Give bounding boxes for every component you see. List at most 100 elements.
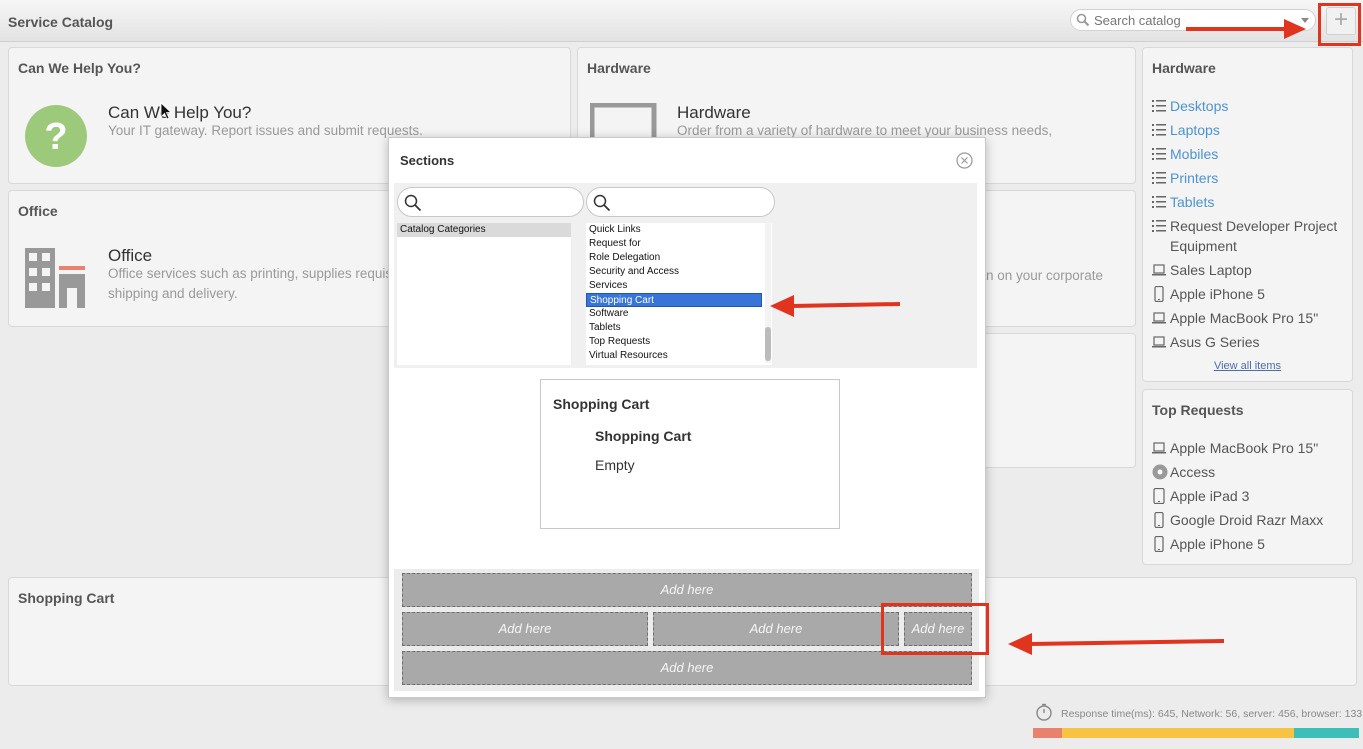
listbox-option[interactable]: Software [586, 307, 762, 321]
listbox-option[interactable]: Role Delegation [586, 251, 762, 265]
panel-title: Hardware [1152, 60, 1216, 76]
listbox-option[interactable]: Quick Links [586, 223, 762, 237]
widget-title: Office [18, 203, 58, 219]
list-item[interactable]: Apple iPhone 5 [1152, 284, 1348, 304]
search-icon [593, 194, 611, 217]
timing-bar-browser [1294, 728, 1359, 738]
response-time-text: Response time(ms): 645, Network: 56, ser… [1061, 708, 1363, 720]
timing-bar-server [1062, 728, 1294, 738]
list-item-label: Apple iPad 3 [1170, 488, 1250, 504]
help-description: Your IT gateway. Report issues and submi… [108, 123, 423, 138]
list-item-label: Printers [1170, 170, 1219, 186]
list-icon [1152, 218, 1166, 234]
laptop-icon [1152, 440, 1166, 456]
building-icon [25, 248, 85, 308]
office-description-1: Office services such as printing, suppli… [108, 266, 393, 281]
list-item-label: Request Developer Project Equipment [1170, 218, 1338, 254]
listbox-option[interactable]: Security and Access [586, 265, 762, 279]
preview-subtitle: Shopping Cart [595, 428, 692, 444]
highlight-box [1318, 3, 1361, 46]
list-item-label: Access [1170, 464, 1216, 480]
widget-title: Can We Help You? [18, 60, 141, 76]
add-here-slot-left[interactable]: Add here [402, 612, 648, 646]
cursor-icon [160, 102, 172, 120]
section-search-input[interactable] [617, 194, 767, 211]
add-here-slot-middle[interactable]: Add here [653, 612, 899, 646]
list-item[interactable]: Desktops [1152, 96, 1348, 116]
list-icon [1152, 122, 1166, 138]
hardware-heading[interactable]: Hardware [677, 103, 751, 123]
scrollbar-thumb[interactable] [765, 327, 771, 361]
list-item[interactable]: Apple MacBook Pro 15" [1152, 308, 1348, 328]
list-icon [1152, 146, 1166, 162]
list-item[interactable]: Printers [1152, 168, 1348, 188]
listbox-option[interactable]: Shopping Cart [586, 293, 762, 307]
laptop-icon [1152, 262, 1166, 278]
list-item[interactable]: Tablets [1152, 192, 1348, 212]
phone-icon [1152, 285, 1166, 303]
list-item-label: Tablets [1170, 194, 1215, 210]
category-search-input[interactable] [428, 194, 578, 211]
section-search[interactable] [586, 187, 775, 217]
laptop-icon [1152, 310, 1166, 326]
top-bar: Service Catalog + [0, 0, 1363, 42]
list-icon [1152, 170, 1166, 186]
help-heading[interactable]: Can We Help You? [108, 103, 251, 123]
section-preview-area: Shopping Cart Shopping Cart Empty [396, 369, 977, 569]
category-listbox[interactable]: Catalog Categories [397, 223, 571, 365]
list-item[interactable]: Access [1152, 462, 1348, 482]
search-icon [404, 194, 422, 217]
tablet-icon [1152, 487, 1166, 505]
add-here-slot-top[interactable]: Add here [402, 573, 972, 607]
list-item-label: Desktops [1170, 98, 1229, 114]
timer-icon [1036, 703, 1052, 721]
list-item[interactable]: Google Droid Razr Maxx [1152, 510, 1348, 530]
list-item[interactable]: Sales Laptop [1152, 260, 1348, 280]
list-item-label: Apple iPhone 5 [1170, 286, 1265, 302]
listbox-option[interactable]: Top Requests [586, 335, 762, 349]
page-title: Service Catalog [8, 14, 114, 30]
listbox-option[interactable]: Virtual Resources [586, 349, 762, 363]
office-description-2: shipping and delivery. [108, 286, 238, 301]
annotation-arrow-right [1186, 19, 1306, 39]
list-item[interactable]: Request Developer Project Equipment [1152, 216, 1348, 256]
list-icon [1152, 194, 1166, 210]
list-item-label: Asus G Series [1170, 334, 1260, 350]
list-icon [1152, 98, 1166, 114]
phone-icon [1152, 511, 1166, 529]
office-heading[interactable]: Office [108, 246, 152, 266]
widget-title: Shopping Cart [18, 590, 115, 606]
view-all-link[interactable]: View all items [1143, 360, 1352, 372]
annotation-arrow-left [770, 295, 901, 317]
listbox-option[interactable]: Request for [586, 237, 762, 251]
top-requests-panel: Top Requests Apple MacBook Pro 15" Access… [1142, 389, 1353, 565]
listbox-option[interactable]: Catalog Categories [397, 223, 571, 237]
list-item[interactable]: Apple MacBook Pro 15" [1152, 438, 1348, 458]
phone-icon [1152, 535, 1166, 553]
widget-title: Hardware [587, 60, 651, 76]
listbox-option[interactable]: Services [586, 279, 762, 293]
close-icon[interactable] [956, 152, 973, 169]
list-item[interactable]: Apple iPad 3 [1152, 486, 1348, 506]
listbox-option[interactable]: Tablets [586, 321, 762, 335]
list-item[interactable]: Laptops [1152, 120, 1348, 140]
list-item-label: Google Droid Razr Maxx [1170, 512, 1324, 528]
add-here-slot-bottom[interactable]: Add here [402, 651, 972, 685]
section-listbox[interactable]: Quick Links Request for Role Delegation Sec… [586, 223, 772, 365]
list-item[interactable]: Mobiles [1152, 144, 1348, 164]
category-search[interactable] [397, 187, 584, 217]
list-item[interactable]: Apple iPhone 5 [1152, 534, 1348, 554]
list-item[interactable]: Asus G Series [1152, 332, 1348, 352]
highlight-box [881, 603, 989, 655]
list-item-label: Sales Laptop [1170, 262, 1252, 278]
list-item-label: Apple MacBook Pro 15" [1170, 310, 1319, 326]
hardware-panel: Hardware Desktops Laptops Mobiles Printers T… [1142, 47, 1353, 382]
list-item-label: Laptops [1170, 122, 1220, 138]
preview-title: Shopping Cart [553, 396, 650, 412]
search-icon [1076, 13, 1090, 32]
timing-bar-network [1033, 728, 1062, 738]
dialog-title: Sections [400, 153, 455, 168]
laptop-icon [1152, 334, 1166, 350]
question-icon: ? [25, 105, 87, 167]
section-preview-card: Shopping Cart Shopping Cart Empty [540, 379, 840, 529]
